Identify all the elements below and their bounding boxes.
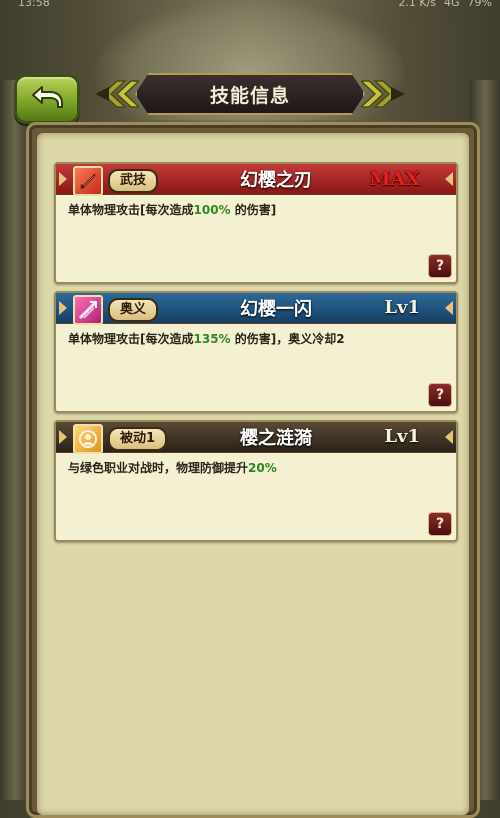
header-left-arrow-icon [59, 430, 67, 444]
desc-text: 单体物理攻击[每次造成 [68, 203, 194, 217]
status-indicators: 2.1 K/s 4G 79% [398, 0, 492, 8]
skill-card-martial: 武技 幻樱之刃 MAX 单体物理攻击[每次造成100% 的伤害] ? [54, 162, 458, 284]
skill-description: 与绿色职业对战时，物理防御提升20% [68, 459, 446, 476]
help-button[interactable]: ? [428, 254, 452, 278]
skill-level: MAX [369, 168, 420, 190]
sword-icon [73, 166, 103, 196]
skill-card-ultimate: 奥义 幻樱一闪 Lv1 单体物理攻击[每次造成135% 的伤害]，奥义冷却2 ? [54, 291, 458, 413]
desc-text-suffix: 的伤害] [230, 203, 277, 217]
network-speed: 2.1 K/s [398, 0, 437, 9]
status-time: 13:58 [18, 0, 50, 9]
header-right-arrow-icon [445, 430, 453, 444]
status-bar: 13:58 2.1 K/s 4G 79% [0, 0, 500, 14]
header-right-arrow-icon [445, 301, 453, 315]
header-left-arrow-icon [59, 172, 67, 186]
skill-header: 奥义 幻樱一闪 Lv1 [56, 293, 456, 325]
network-type: 4G [444, 0, 460, 9]
battery-level: 79% [467, 0, 492, 9]
skill-level: Lv1 [384, 297, 420, 318]
title-banner: 技能信息 [95, 73, 405, 115]
desc-percentage: 135% [193, 332, 231, 346]
skill-name: 樱之涟漪 [240, 428, 312, 449]
skill-type-badge: 被动1 [108, 427, 168, 451]
skill-type-badge: 武技 [108, 169, 159, 193]
desc-text: 单体物理攻击[每次造成 [68, 332, 194, 346]
header-right-arrow-icon [445, 172, 453, 186]
skill-description: 单体物理攻击[每次造成135% 的伤害]，奥义冷却2 [68, 330, 446, 347]
skill-header: 武技 幻樱之刃 MAX [56, 164, 456, 196]
skill-card-passive: 被动1 樱之涟漪 Lv1 与绿色职业对战时，物理防御提升20% ? [54, 420, 458, 542]
slash-icon [73, 295, 103, 325]
right-chevron-decoration [361, 79, 405, 109]
skill-type-badge: 奥义 [108, 298, 159, 322]
skill-description: 单体物理攻击[每次造成100% 的伤害] [68, 201, 446, 218]
skill-name: 幻樱之刃 [240, 170, 312, 191]
help-button[interactable]: ? [428, 512, 452, 536]
help-button[interactable]: ? [428, 383, 452, 407]
desc-percentage: 20% [248, 461, 277, 475]
desc-percentage: 100% [193, 203, 231, 217]
header-left-arrow-icon [59, 301, 67, 315]
left-chevron-decoration [95, 79, 139, 109]
desc-text-suffix: 的伤害]，奥义冷却2 [230, 332, 345, 346]
desc-text: 与绿色职业对战时，物理防御提升 [68, 461, 249, 475]
skill-name: 幻樱一闪 [240, 299, 312, 320]
skill-level: Lv1 [384, 426, 420, 447]
back-button[interactable] [14, 74, 80, 124]
page-title: 技能信息 [209, 84, 290, 107]
shield-person-icon [73, 424, 103, 454]
back-arrow-icon [30, 84, 64, 114]
skill-header: 被动1 樱之涟漪 Lv1 [56, 422, 456, 454]
